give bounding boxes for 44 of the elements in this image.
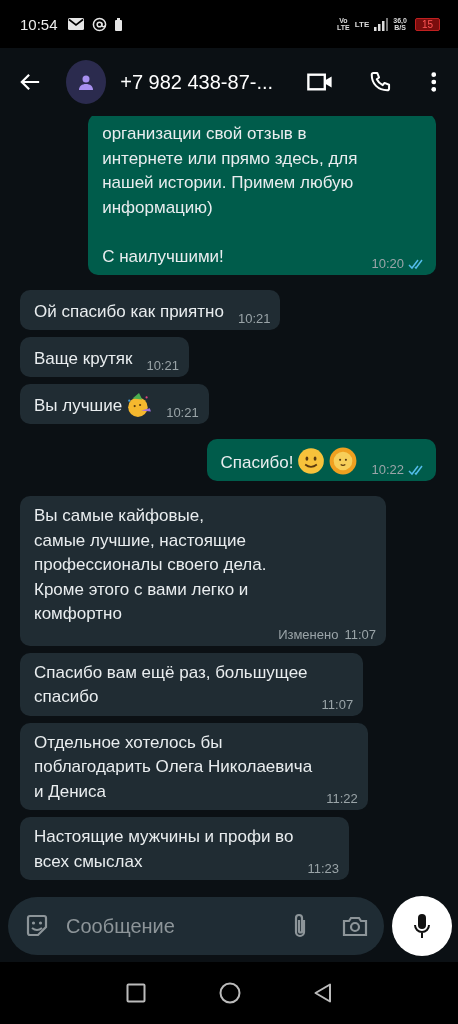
home-button[interactable] bbox=[219, 982, 241, 1004]
sun-face-icon bbox=[329, 447, 358, 475]
message-text: Спасибо вам ещё раз, большущее спасибо bbox=[34, 661, 308, 708]
message-text: Отдельное хотелось бы поблагодарить Олега Николаевича и Дениса bbox=[34, 731, 313, 803]
recent-apps-button[interactable] bbox=[126, 983, 147, 1003]
message-time: 10:21 bbox=[146, 358, 179, 374]
message-time: 11:07 bbox=[344, 626, 376, 643]
microphone-icon[interactable] bbox=[413, 913, 431, 939]
message-time: 10:20 bbox=[371, 256, 404, 272]
paperclip-icon[interactable] bbox=[292, 912, 308, 940]
back-nav-button[interactable] bbox=[313, 983, 332, 1003]
at-sign-icon bbox=[91, 16, 107, 32]
message-text: Ваще крутяк bbox=[34, 347, 133, 370]
contact-name[interactable]: +7 982 438-87-... bbox=[120, 70, 274, 94]
message-time: 10:21 bbox=[166, 405, 199, 421]
menu-icon[interactable] bbox=[430, 71, 436, 93]
message-text: Вы самые кайфовые, самые лучшие, настоящие профессионалы своего дела. Кроме этого с вами легко и комфортно bbox=[34, 505, 267, 625]
sticker-icon[interactable] bbox=[24, 913, 50, 939]
camera-icon[interactable] bbox=[342, 915, 368, 937]
message-time: 10:22 bbox=[371, 462, 404, 478]
smiley-icon bbox=[297, 447, 326, 475]
message-text: организации свой отзыв в интернете или прямо здесь, для нашей истории. Примем любую информацию) С наилучшими! bbox=[102, 123, 358, 268]
signal-icon bbox=[374, 17, 389, 31]
network-label: LTE bbox=[354, 19, 370, 29]
video-camera-icon[interactable] bbox=[307, 72, 333, 92]
message-time: 11:23 bbox=[307, 861, 339, 877]
message-time: 10:21 bbox=[237, 311, 271, 327]
message-time: 11:22 bbox=[326, 791, 358, 807]
battery-icon bbox=[114, 17, 122, 31]
party-face-icon bbox=[126, 392, 153, 418]
message-text: Вы лучшие bbox=[34, 394, 123, 417]
message-time: 11:07 bbox=[321, 696, 354, 713]
message-text: Настоящие мужчины и профи во всех смыслах bbox=[34, 826, 294, 873]
message-text: Ой спасибо как приятно bbox=[34, 300, 224, 323]
edited-label: Изменено bbox=[278, 626, 339, 643]
back-arrow-icon[interactable] bbox=[20, 72, 41, 92]
message-input-field[interactable]: Сообщение bbox=[64, 913, 278, 939]
phone-icon[interactable] bbox=[368, 70, 391, 94]
microphone-button[interactable] bbox=[392, 896, 452, 956]
message-text: Спасибо! bbox=[220, 451, 294, 474]
status-time: 10:54 bbox=[20, 15, 58, 33]
contact-avatar[interactable] bbox=[66, 60, 107, 104]
mail-icon bbox=[67, 18, 84, 30]
battery-level: 15 bbox=[414, 17, 440, 31]
